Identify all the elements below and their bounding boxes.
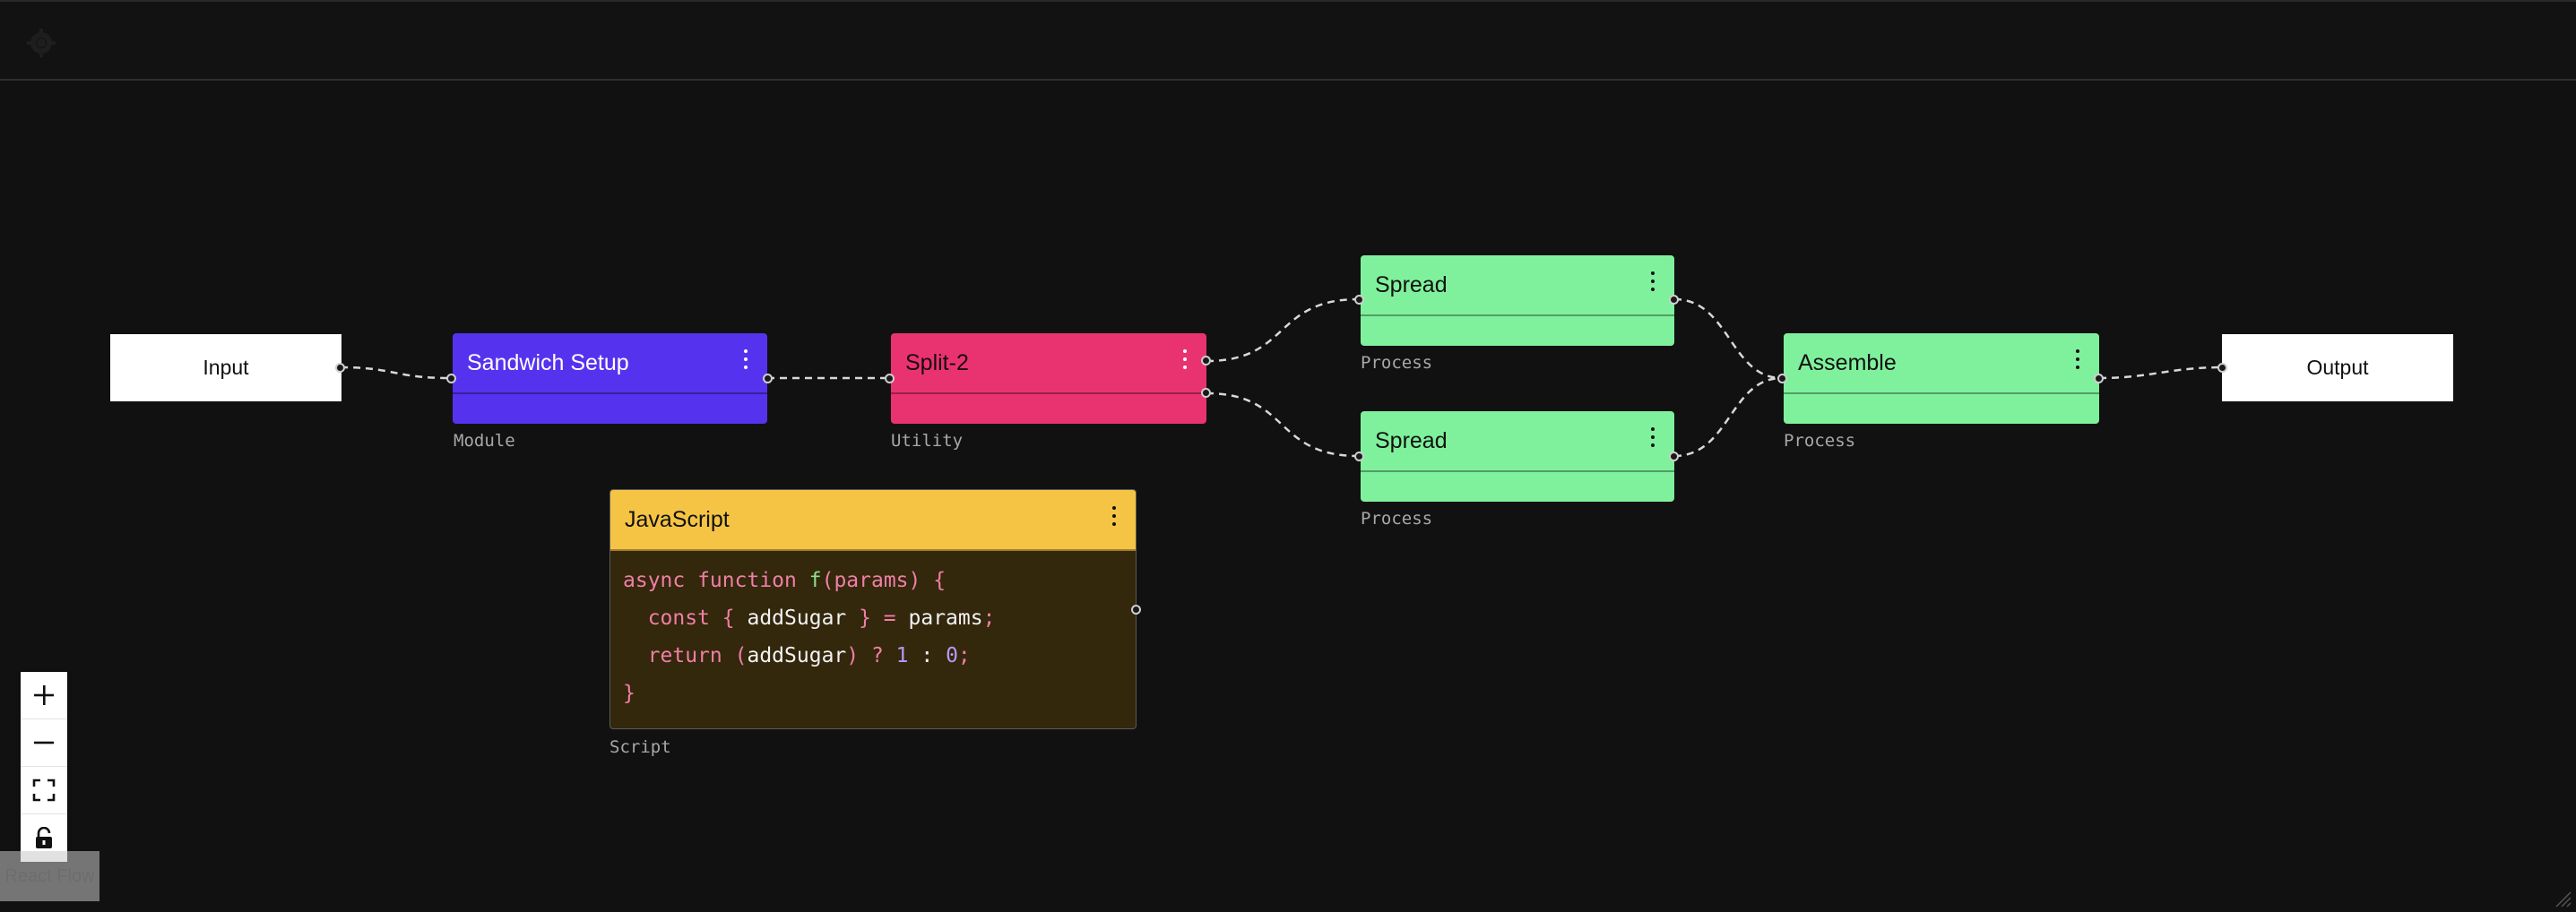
react-flow-attribution[interactable]: React Flow xyxy=(0,851,99,901)
split-source-handle-1[interactable] xyxy=(1201,356,1211,366)
spread-bottom-node[interactable]: Spread xyxy=(1361,411,1674,502)
split-target-handle[interactable] xyxy=(885,374,895,383)
sandwich-setup-header: Sandwich Setup xyxy=(453,333,767,394)
crosshair-menu-icon[interactable] xyxy=(25,27,57,59)
javascript-header: JavaScript xyxy=(610,490,1136,551)
assemble-header: Assemble xyxy=(1784,333,2099,394)
edge-split-spread-top xyxy=(1206,297,1360,363)
edge-spread-bottom-assemble xyxy=(1673,376,1783,458)
minus-icon[interactable] xyxy=(21,719,67,767)
output-node-target-handle[interactable] xyxy=(2217,363,2227,373)
assemble-target-handle[interactable] xyxy=(1777,374,1787,383)
plus-icon[interactable] xyxy=(21,672,67,719)
sandwich-setup-node[interactable]: Sandwich Setup xyxy=(453,333,767,424)
edge-split-spread-bottom xyxy=(1206,391,1360,458)
edge-spread-top-assemble xyxy=(1673,297,1783,380)
sandwich-setup-source-handle[interactable] xyxy=(763,374,773,383)
edges-layer xyxy=(340,297,2224,458)
fit-view-icon[interactable] xyxy=(21,767,67,814)
assemble-source-handle[interactable] xyxy=(2094,374,2104,383)
code-line-3: return (addSugar) ? 1 : 0; xyxy=(623,644,971,667)
split-source-handle-2[interactable] xyxy=(1201,388,1211,398)
spread-bottom-header: Spread xyxy=(1361,411,1674,472)
spread-bottom-source-handle[interactable] xyxy=(1669,452,1679,461)
code-line-1: async function f(params) { xyxy=(623,569,947,592)
spread-top-source-handle[interactable] xyxy=(1669,295,1679,305)
spread-bottom-title: Spread xyxy=(1375,427,1448,453)
output-node[interactable]: Output xyxy=(2222,334,2453,401)
assemble-type-label: Process xyxy=(1784,431,1856,451)
javascript-source-handle[interactable] xyxy=(1131,605,1141,615)
resize-grip-icon[interactable] xyxy=(2553,889,2572,908)
code-line-2: const { addSugar } = params; xyxy=(623,607,996,630)
input-node-source-handle[interactable] xyxy=(335,363,345,373)
top-toolbar xyxy=(0,0,2576,81)
javascript-code-editor[interactable]: async function f(params) { const { addSu… xyxy=(610,551,1136,723)
spread-top-title: Spread xyxy=(1375,271,1448,297)
split-type-label: Utility xyxy=(891,431,964,451)
flow-editor-app: Input Sandwich Setup Module Split-2 Util… xyxy=(0,0,2576,912)
zoom-controls xyxy=(21,672,67,862)
input-node-label: Input xyxy=(203,356,249,379)
assemble-title: Assemble xyxy=(1798,349,1897,375)
split-title: Split-2 xyxy=(905,349,969,375)
sandwich-setup-title: Sandwich Setup xyxy=(467,349,629,375)
spread-bottom-type-label: Process xyxy=(1361,509,1433,529)
javascript-node[interactable]: JavaScript async function f(params) { co… xyxy=(609,489,1137,729)
javascript-type-label: Script xyxy=(609,737,671,757)
assemble-node[interactable]: Assemble xyxy=(1784,333,2099,424)
edge-input-sandwich xyxy=(340,366,451,380)
more-vertical-icon[interactable] xyxy=(740,349,751,374)
more-vertical-icon[interactable] xyxy=(1180,349,1190,374)
more-vertical-icon[interactable] xyxy=(1647,427,1658,452)
spread-bottom-target-handle[interactable] xyxy=(1354,452,1364,461)
javascript-title: JavaScript xyxy=(625,506,730,532)
sandwich-setup-type-label: Module xyxy=(454,431,515,451)
split-node[interactable]: Split-2 xyxy=(891,333,1206,424)
output-node-label: Output xyxy=(2306,356,2369,379)
more-vertical-icon[interactable] xyxy=(2072,349,2083,374)
more-vertical-icon[interactable] xyxy=(1647,271,1658,297)
spread-top-type-label: Process xyxy=(1361,353,1433,373)
edge-assemble-output xyxy=(2098,366,2224,380)
spread-top-header: Spread xyxy=(1361,255,1674,316)
code-line-4: } xyxy=(623,682,635,705)
split-header: Split-2 xyxy=(891,333,1206,394)
more-vertical-icon[interactable] xyxy=(1109,506,1119,531)
input-node[interactable]: Input xyxy=(110,334,341,401)
spread-top-target-handle[interactable] xyxy=(1354,295,1364,305)
spread-top-node[interactable]: Spread xyxy=(1361,255,1674,346)
sandwich-setup-target-handle[interactable] xyxy=(446,374,456,383)
